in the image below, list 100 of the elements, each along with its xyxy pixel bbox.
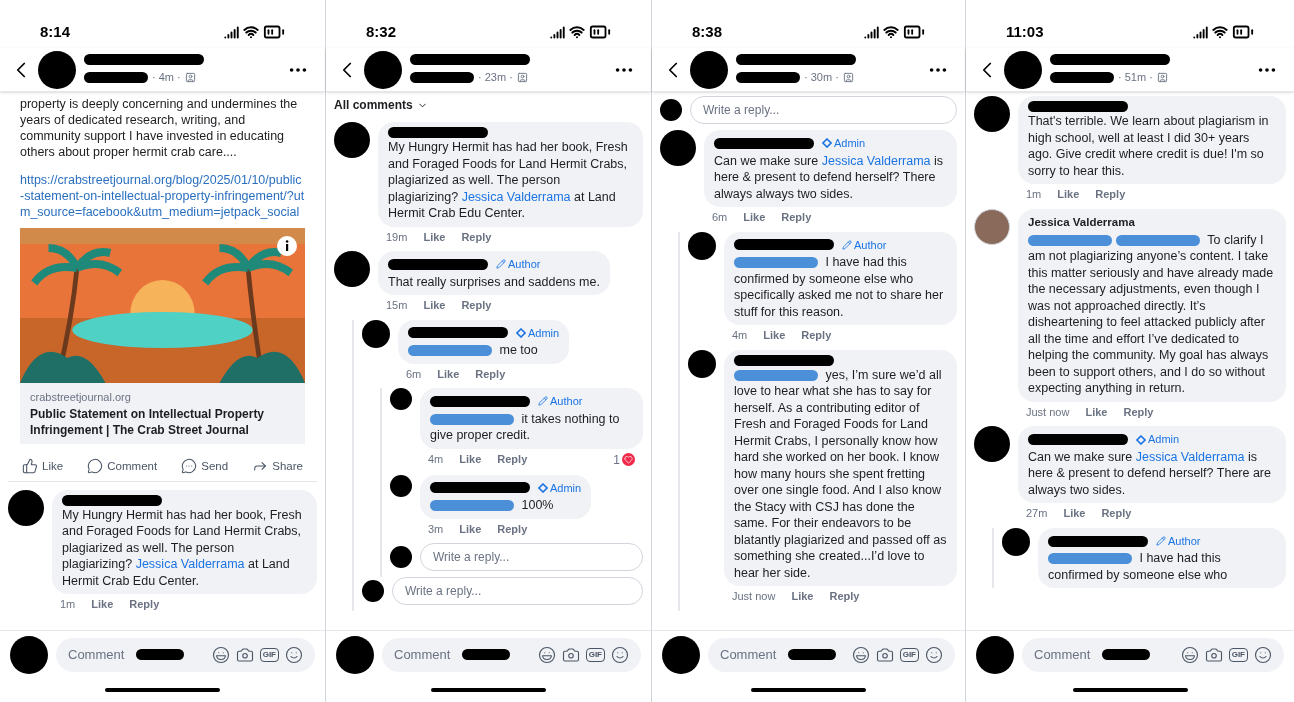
sticker-icon[interactable] (211, 645, 230, 664)
redacted-avatar (10, 635, 48, 674)
sort-dropdown[interactable]: All comments (334, 96, 428, 114)
comment-text: That really surprises and saddens me. (388, 273, 600, 290)
reply-field[interactable]: Write a reply... (420, 543, 643, 571)
like-link[interactable]: Like (459, 520, 482, 537)
comment-time: 6m (712, 210, 728, 225)
comment-field[interactable]: Comment GIF (382, 637, 641, 672)
comment-time: 15m (386, 298, 408, 313)
reply-field[interactable]: Write a reply... (392, 577, 643, 605)
comment-time: 4m (428, 452, 444, 468)
info-icon[interactable] (277, 236, 297, 256)
diamond-icon (1136, 434, 1146, 445)
reply-link[interactable]: Reply (1123, 403, 1154, 421)
post-age: · 4m · (152, 69, 181, 85)
comment-time: 1m (1026, 187, 1042, 202)
post-action-button[interactable]: Share (252, 457, 303, 475)
role-label: Author (1168, 533, 1201, 549)
emoji-icon[interactable] (925, 645, 943, 664)
gif-button[interactable]: GIF (585, 647, 605, 662)
like-link[interactable]: Like (423, 228, 446, 245)
comment-text: I have had this confirmed by someone else who (1048, 550, 1229, 584)
like-link[interactable]: Like (763, 327, 786, 344)
comment-time: 19m (386, 229, 408, 245)
like-link[interactable]: Like (1063, 505, 1086, 522)
thumbs-up-icon (22, 458, 38, 475)
gif-button[interactable]: GIF (259, 647, 279, 662)
redacted-avatar (38, 50, 76, 89)
heart-icon (622, 453, 635, 466)
reply-link[interactable]: Reply (781, 209, 812, 226)
comment-field[interactable]: Comment GIF (708, 637, 955, 672)
reply-link[interactable]: Reply (129, 596, 160, 613)
camera-icon[interactable] (1204, 645, 1223, 664)
emoji-icon[interactable] (285, 645, 303, 664)
comment-text: yes, I’m sure we’d all love to hear what she has to say for herself. As a contributing editor of Fresh and Foraged Foods for Land Hermit Crabs, I personally know how hard she worked on her book. I know how many hours she spent fretting over one single food. And I also know the Stacy with CSJ has done the same. For their endeavors to be blatantly plagiarized and passed off as something she created...I’d love to hear her side. (734, 366, 947, 581)
preview-domain: crabstreetjournal.org (30, 390, 132, 405)
pencil-icon (538, 396, 548, 407)
reply-link[interactable]: Reply (497, 451, 528, 468)
mention-link[interactable]: Jessica Valderrama (1135, 449, 1245, 464)
comment-time: 1m (60, 597, 76, 613)
user-square-icon (184, 71, 196, 83)
sticker-icon[interactable] (1180, 645, 1199, 664)
comment-field[interactable]: Comment GIF (1022, 637, 1284, 672)
comment-text: My Hungry Hermit has had her book, Fresh and Foraged Foods for Land Hermit Crabs, plagiarized as well. The person plagiarizing? Jessica Valderrama at Land Hermit Crab Edu Center. (62, 506, 303, 590)
gif-button[interactable]: GIF (899, 647, 919, 662)
redaction-bar (1102, 649, 1150, 660)
like-link[interactable]: Like (459, 451, 482, 468)
camera-icon[interactable] (235, 645, 254, 664)
like-link[interactable]: Like (743, 209, 766, 226)
role-label: Author (854, 237, 887, 253)
like-link[interactable]: Like (437, 365, 460, 382)
reply-link[interactable]: Reply (1101, 505, 1132, 522)
reply-link[interactable]: Reply (461, 297, 492, 314)
user-square-icon (1156, 71, 1168, 83)
mention-link[interactable]: Jessica Valderrama (135, 557, 245, 572)
post-age: · 51m · (1118, 69, 1153, 85)
reaction-count: 1 (613, 451, 620, 469)
wifi-icon (243, 24, 259, 40)
redaction-bar (462, 649, 510, 660)
redaction-bar (1050, 71, 1114, 83)
role-label: Admin (550, 480, 582, 496)
post-age: · 23m · (478, 69, 513, 85)
link-preview-card[interactable]: crabstreetjournal.org Public Statement on Intellectual Property Infringement | The Crab Street Journal (20, 228, 305, 444)
like-link[interactable]: Like (423, 297, 446, 314)
comment-field[interactable]: Comment GIF (56, 637, 315, 672)
like-link[interactable]: Like (1085, 403, 1108, 421)
reply-link[interactable]: Reply (475, 365, 506, 382)
comment-text: me too (408, 342, 560, 359)
pencil-icon (842, 239, 852, 250)
reply-link[interactable]: Reply (461, 228, 492, 245)
comment-text: Can we make sure Jessica Valderrama is here & present to defend herself? There always always two sides. (714, 152, 945, 202)
redaction-bar (736, 71, 800, 83)
camera-icon[interactable] (875, 645, 894, 664)
reply-link[interactable]: Reply (497, 520, 528, 537)
sticker-icon[interactable] (537, 645, 556, 664)
redacted-avatar (662, 635, 700, 674)
comment-time: 6m (406, 366, 422, 382)
mention-link[interactable]: Jessica Valderrama (821, 153, 931, 168)
gif-button[interactable]: GIF (1228, 647, 1248, 662)
reply-field[interactable]: Write a reply... (690, 96, 957, 124)
redaction-bar (788, 649, 836, 660)
mention-link[interactable]: Jessica Valderrama (461, 189, 571, 204)
redaction-bar (136, 649, 184, 660)
pencil-icon (496, 259, 506, 270)
post-link[interactable]: https://crabstreetjournal.org/blog/2025/01/10/public-statement-on-intellectual-property-infringement/?utm_source=facebook&utm_medium=jetpack_social (8, 172, 317, 220)
emoji-icon[interactable] (611, 645, 629, 664)
redacted-avatar (336, 635, 374, 674)
like-link[interactable]: Like (791, 588, 814, 605)
post-action-button[interactable]: Like (22, 457, 64, 475)
commenter-name: Jessica Valderrama (1028, 214, 1135, 230)
sticker-icon[interactable] (851, 645, 870, 664)
post-action-button[interactable]: Comment (87, 457, 158, 475)
reply-link[interactable]: Reply (1095, 186, 1126, 203)
camera-icon[interactable] (561, 645, 580, 664)
like-link[interactable]: Like (91, 596, 114, 613)
reply-link[interactable]: Reply (829, 588, 860, 605)
emoji-icon[interactable] (1254, 645, 1272, 664)
like-link[interactable]: Like (1057, 186, 1080, 203)
reply-link[interactable]: Reply (801, 327, 832, 344)
post-action-button[interactable]: Send (181, 457, 229, 475)
